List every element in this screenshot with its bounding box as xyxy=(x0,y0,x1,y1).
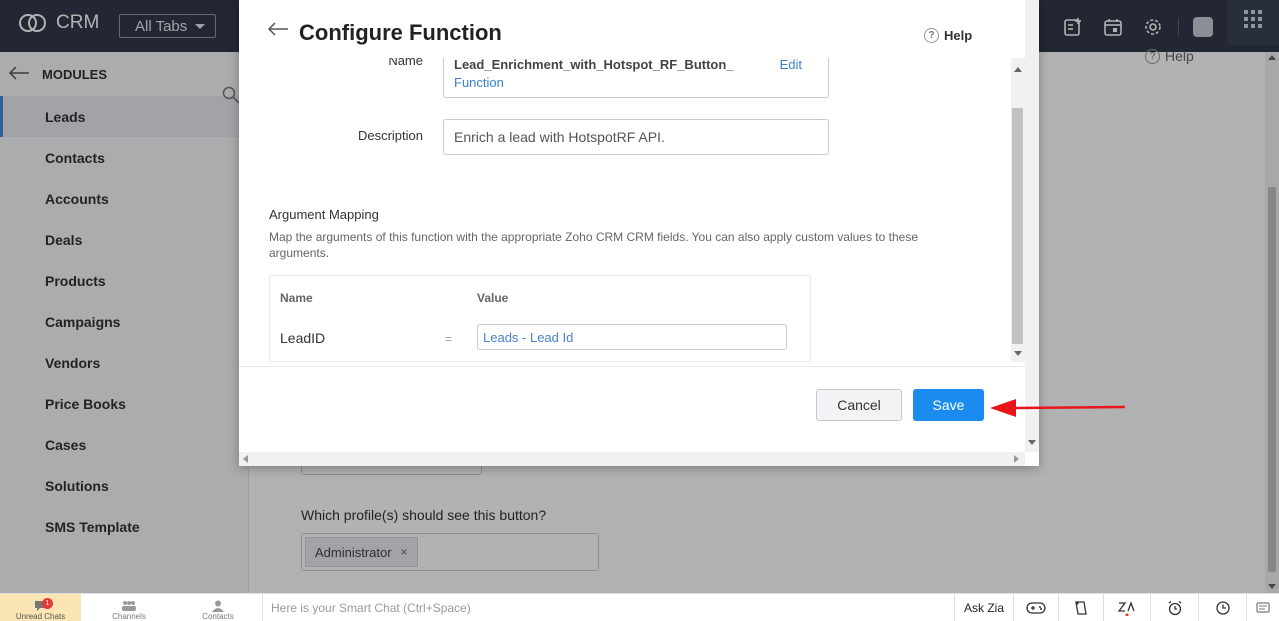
argument-mapping-description: Map the arguments of this function with … xyxy=(269,230,919,260)
modal-scroll-thumb[interactable] xyxy=(1012,108,1023,344)
argument-mapping-title: Argument Mapping xyxy=(269,207,379,222)
scroll-down-icon[interactable] xyxy=(1014,351,1022,356)
alarm-icon[interactable] xyxy=(1150,594,1198,621)
feedback-icon[interactable] xyxy=(1246,594,1279,621)
help-icon: ? xyxy=(924,28,939,43)
contact-icon xyxy=(212,600,224,612)
description-field[interactable]: Enrich a lead with HotspotRF API. xyxy=(443,119,829,155)
unread-count-badge: 1 xyxy=(42,598,53,609)
back-arrow-icon[interactable] xyxy=(267,22,289,41)
scroll-up-icon[interactable] xyxy=(1014,67,1022,72)
history-icon[interactable] xyxy=(1198,594,1246,621)
edit-link[interactable]: Edit xyxy=(780,56,802,74)
channels-icon xyxy=(122,601,136,611)
help-label: Help xyxy=(944,28,973,43)
zia-icon[interactable] xyxy=(1103,594,1150,621)
notes-icon[interactable] xyxy=(1058,594,1103,621)
bottom-right-tools: Ask Zia xyxy=(954,594,1279,621)
modal-horizontal-scrollbar[interactable] xyxy=(239,452,1025,466)
save-button[interactable]: Save xyxy=(913,389,984,421)
argument-name: LeadID xyxy=(280,330,326,346)
channels-label: Channels xyxy=(112,612,146,621)
bottom-bar: 1 Unread Chats Channels Contacts Here is… xyxy=(0,593,1279,621)
description-value: Enrich a lead with HotspotRF API. xyxy=(454,129,665,145)
channels-tab[interactable]: Channels xyxy=(85,594,173,621)
modal-content-scrollbar[interactable] xyxy=(1011,58,1025,362)
modal-title: Configure Function xyxy=(299,20,502,45)
value-column-header: Value xyxy=(477,291,509,305)
cancel-button[interactable]: Cancel xyxy=(816,389,902,421)
configure-function-dialog: Name Lead_Enrichment_with_Hotspot_RF_But… xyxy=(239,0,1039,466)
contacts-tab[interactable]: Contacts xyxy=(174,594,262,621)
contacts-label: Contacts xyxy=(202,612,234,621)
scroll-right-icon[interactable] xyxy=(1014,455,1019,463)
argument-value-field[interactable]: Leads - Lead Id xyxy=(477,324,787,350)
argument-value: Leads - Lead Id xyxy=(483,329,574,345)
unread-chats-label: Unread Chats xyxy=(15,612,66,621)
description-label: Description xyxy=(357,128,423,143)
unread-chats-tab[interactable]: 1 Unread Chats xyxy=(0,594,81,621)
annotation-arrow-icon xyxy=(990,399,1126,417)
function-name-line1: Lead_Enrichment_with_Hotspot_RF_Button_ xyxy=(454,57,734,72)
gamepad-icon[interactable] xyxy=(1013,594,1058,621)
name-column-header: Name xyxy=(280,291,313,305)
scroll-down-icon[interactable] xyxy=(1028,440,1036,445)
help-link[interactable]: ? Help xyxy=(924,28,972,43)
argument-mapping-table: Name Value LeadID = Leads - Lead Id xyxy=(269,275,811,362)
ask-zia-label: Ask Zia xyxy=(963,601,1004,615)
smart-chat-placeholder: Here is your Smart Chat (Ctrl+Space) xyxy=(271,601,471,615)
modal-footer: Cancel Save xyxy=(239,366,1025,452)
equals-sign: = xyxy=(445,332,453,346)
ask-zia-button[interactable]: Ask Zia xyxy=(954,594,1013,621)
modal-scrollbar[interactable] xyxy=(1025,0,1039,452)
scroll-left-icon[interactable] xyxy=(243,455,248,463)
smart-chat-input[interactable]: Here is your Smart Chat (Ctrl+Space) xyxy=(262,594,954,621)
modal-header: Configure Function ? Help xyxy=(239,0,1025,58)
function-name-line2[interactable]: Function xyxy=(454,74,818,92)
